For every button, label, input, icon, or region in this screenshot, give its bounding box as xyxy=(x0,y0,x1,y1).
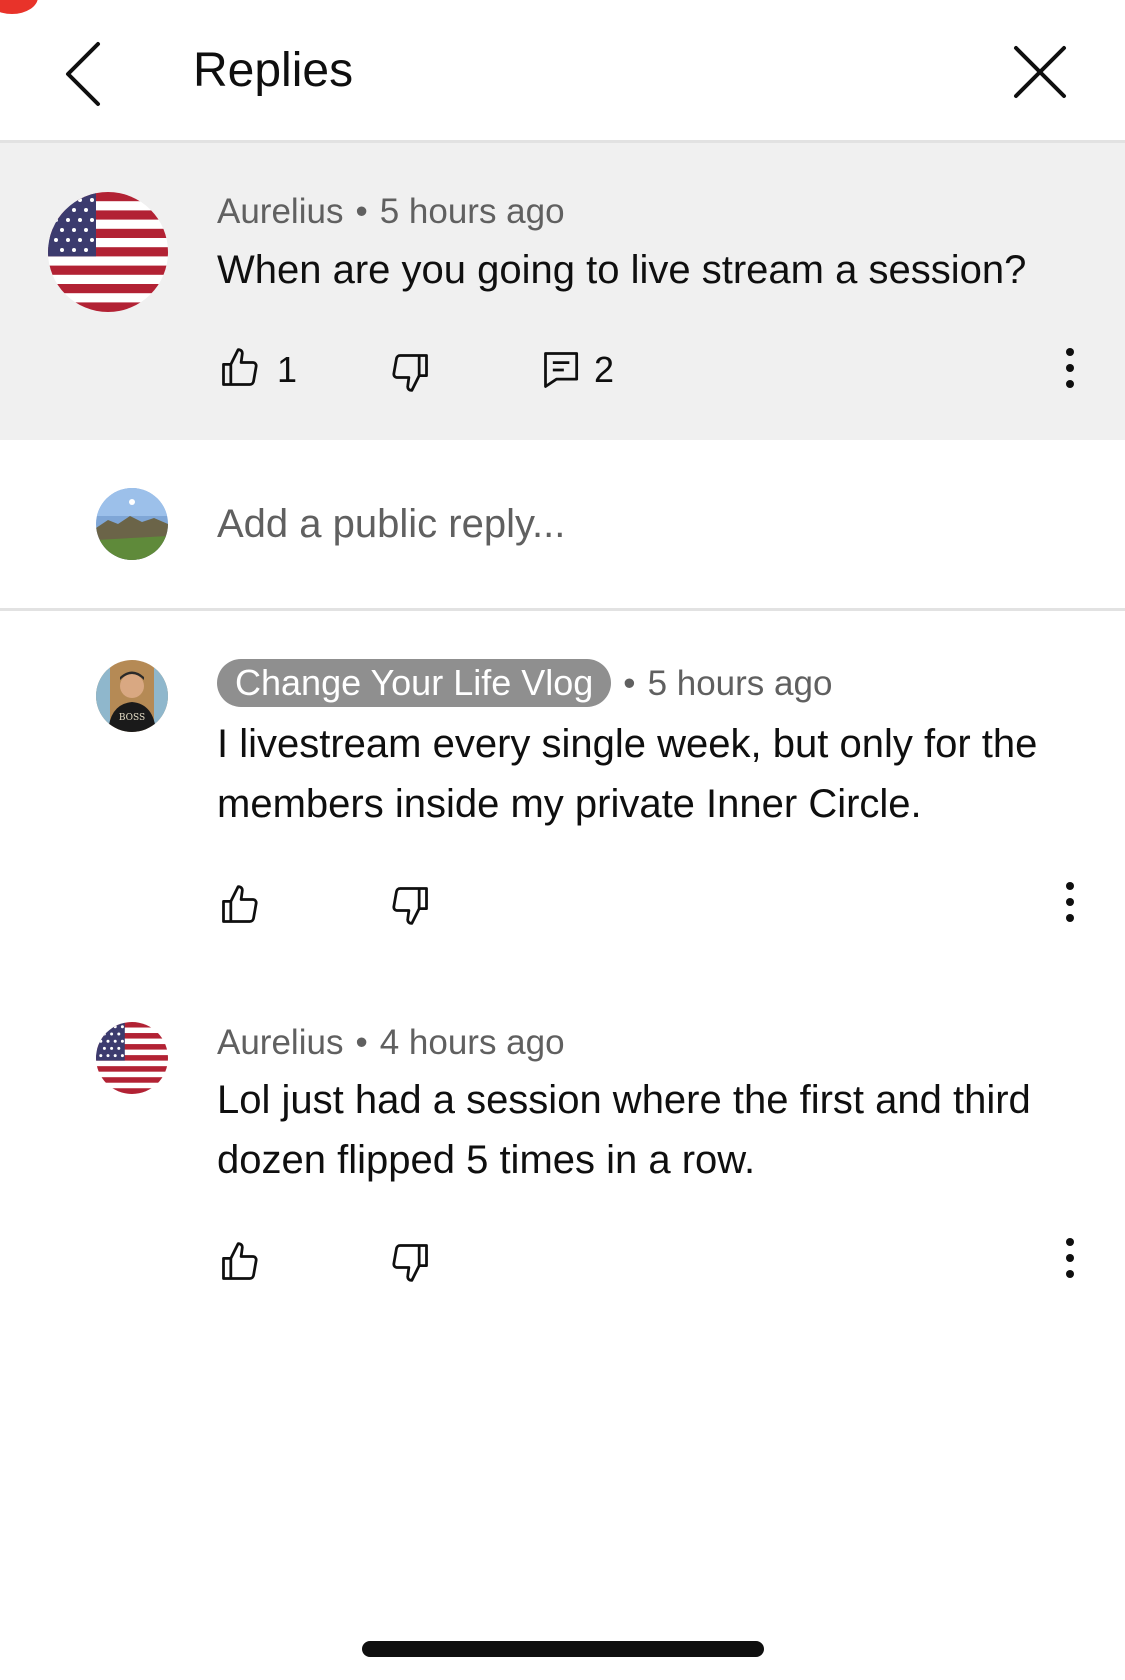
more-options-button[interactable] xyxy=(1060,1236,1080,1280)
home-indicator[interactable] xyxy=(362,1641,764,1657)
like-count: 1 xyxy=(277,349,298,390)
divider xyxy=(0,608,1125,611)
landscape-avatar-icon xyxy=(96,488,168,560)
dot-separator: • xyxy=(355,192,368,231)
author-name[interactable]: Aurelius xyxy=(217,1023,343,1062)
us-flag-icon xyxy=(48,192,168,312)
thumbs-up-icon xyxy=(222,348,258,386)
dislike-button[interactable] xyxy=(388,883,432,927)
timestamp[interactable]: 4 hours ago xyxy=(380,1023,565,1062)
more-options-button[interactable] xyxy=(1060,346,1080,390)
like-button[interactable] xyxy=(218,883,262,927)
creator-badge[interactable]: Change Your Life Vlog xyxy=(217,659,612,707)
comment-icon xyxy=(544,352,579,388)
thumbs-down-icon xyxy=(392,1244,428,1282)
thumbs-down-icon xyxy=(392,354,428,392)
page-title: Replies xyxy=(193,44,354,97)
reply-count: 2 xyxy=(594,349,615,390)
thumbs-up-icon xyxy=(222,1242,258,1280)
dislike-button[interactable] xyxy=(388,1240,432,1284)
more-vertical-icon xyxy=(1066,882,1074,922)
like-button[interactable] xyxy=(218,346,262,390)
avatar[interactable] xyxy=(96,1022,168,1094)
close-icon xyxy=(1014,46,1066,98)
back-button[interactable] xyxy=(56,36,116,108)
thumbs-down-icon xyxy=(392,887,428,925)
comment-meta: Aurelius • 5 hours ago xyxy=(217,191,565,233)
dislike-button[interactable] xyxy=(388,350,432,394)
header: Replies xyxy=(0,0,1125,140)
comment-text: Lol just had a session where the first a… xyxy=(217,1078,1031,1182)
timestamp[interactable]: 5 hours ago xyxy=(380,192,565,231)
like-button[interactable] xyxy=(218,1240,262,1284)
more-vertical-icon xyxy=(1066,1238,1074,1278)
user-avatar xyxy=(96,488,168,560)
close-button[interactable] xyxy=(1010,42,1070,102)
comment-meta: Change Your Life Vlog • 5 hours ago xyxy=(217,659,832,707)
us-flag-icon xyxy=(96,1022,168,1094)
avatar[interactable] xyxy=(48,192,168,312)
author-name[interactable]: Aurelius xyxy=(217,192,343,231)
reply-input[interactable]: Add a public reply... xyxy=(217,500,565,548)
more-vertical-icon xyxy=(1066,348,1074,388)
comment-text: I livestream every single week, but only… xyxy=(217,722,1038,826)
shirt-text: BOSS xyxy=(119,713,145,723)
avatar[interactable]: BOSS xyxy=(96,660,168,732)
chevron-left-icon xyxy=(66,42,100,106)
thumbs-up-icon xyxy=(222,885,258,923)
more-options-button[interactable] xyxy=(1060,880,1080,924)
timestamp[interactable]: 5 hours ago xyxy=(648,664,833,703)
comment-meta: Aurelius • 4 hours ago xyxy=(217,1022,565,1064)
reply-button[interactable] xyxy=(540,348,584,392)
person-avatar-icon: BOSS xyxy=(96,660,168,732)
comment-text: When are you going to live stream a sess… xyxy=(217,248,1027,292)
dot-separator: • xyxy=(623,664,636,703)
dot-separator: • xyxy=(355,1023,368,1062)
